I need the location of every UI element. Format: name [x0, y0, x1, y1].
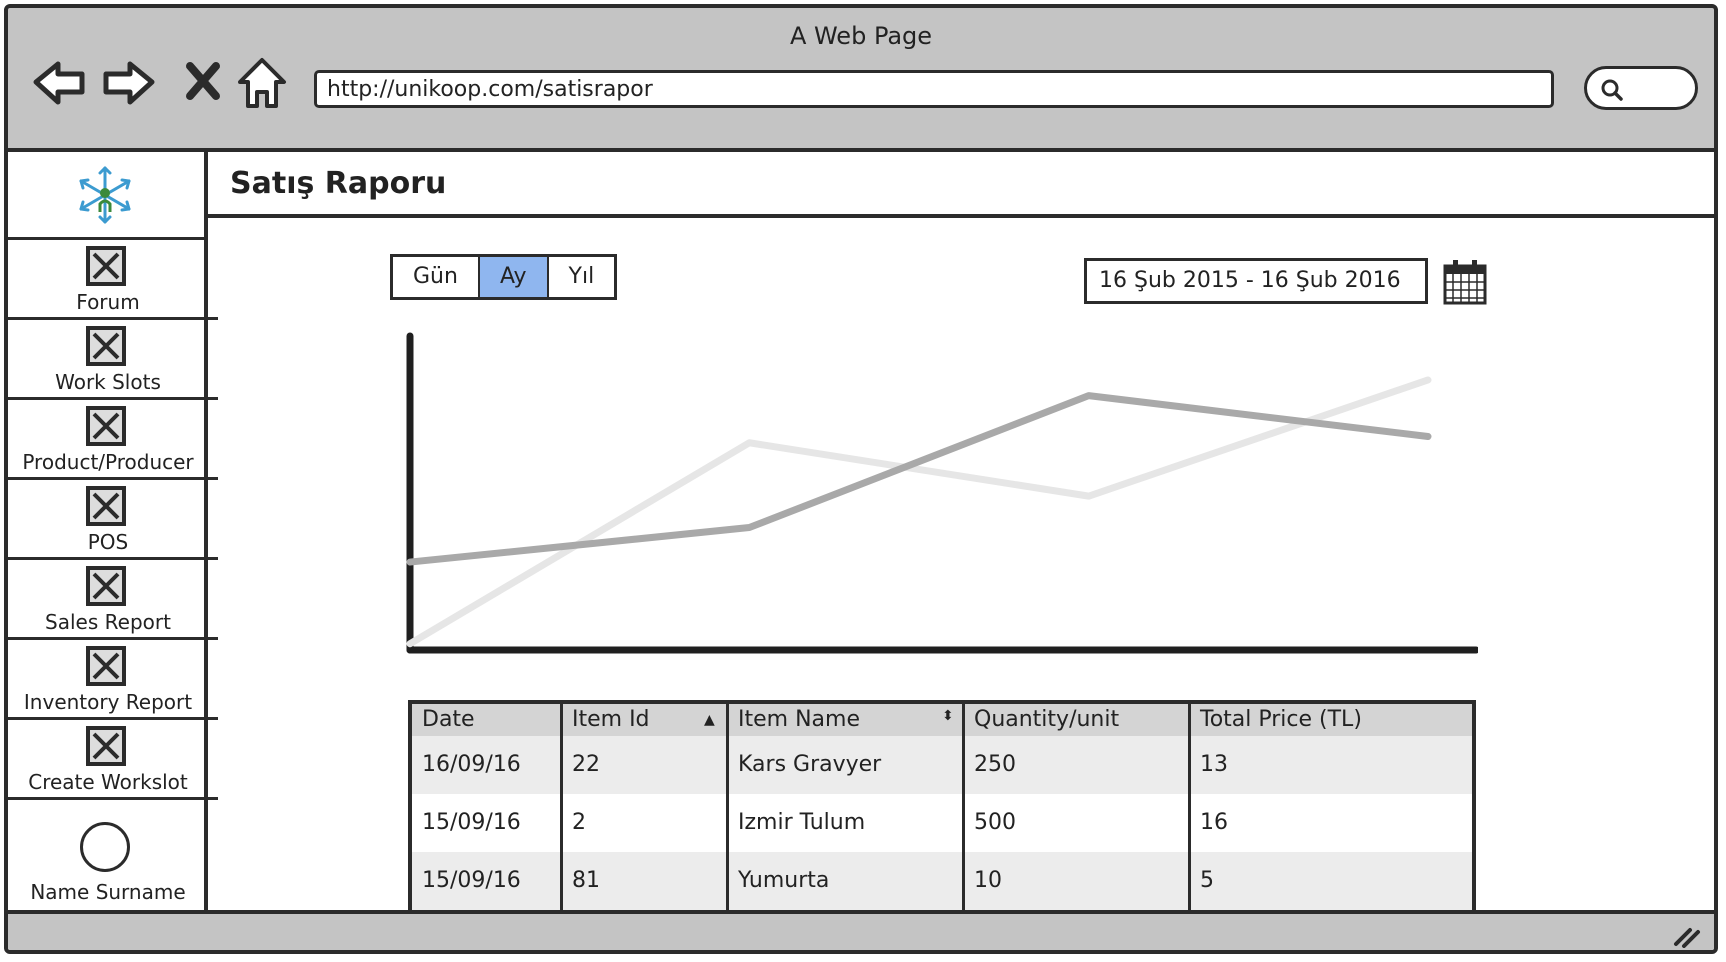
search-icon — [1601, 79, 1623, 101]
column-divider — [726, 704, 729, 922]
column-divider — [1472, 704, 1475, 922]
column-header-total-price[interactable]: Total Price (TL) — [1190, 704, 1472, 736]
cell-quantity: 250 — [974, 752, 1016, 777]
sidebar-item-label: Product/Producer — [22, 450, 194, 474]
date-range-input[interactable]: 16 Şub 2015 - 16 Şub 2016 — [1084, 258, 1428, 304]
sidebar-item-label: Create Workslot — [28, 770, 188, 794]
image-placeholder-icon — [86, 246, 126, 286]
sidebar-item-label: Forum — [76, 290, 140, 314]
logo[interactable] — [8, 152, 204, 240]
cell-item-id: 81 — [572, 868, 600, 893]
user-name: Name Surname — [30, 880, 186, 904]
image-placeholder-icon — [86, 646, 126, 686]
back-button[interactable] — [30, 56, 90, 112]
cell-item-name: Yumurta — [738, 868, 830, 893]
sidebar-item-pos[interactable]: POS — [8, 480, 218, 560]
sort-toggle-icon[interactable]: ⬍ — [942, 708, 954, 724]
cell-date: 15/09/16 — [422, 868, 521, 893]
resize-grip-icon[interactable] — [1672, 922, 1702, 948]
forward-button[interactable] — [98, 56, 158, 112]
cell-item-id: 2 — [572, 810, 586, 835]
sidebar-item-sales-report[interactable]: Sales Report — [8, 560, 218, 640]
cell-date: 16/09/16 — [422, 752, 521, 777]
column-divider — [1188, 704, 1191, 922]
period-option-year[interactable]: Yıl — [549, 257, 615, 297]
cell-quantity: 500 — [974, 810, 1016, 835]
sales-table: Date Item Id ▲ Item Name ⬍ Quantity/unit… — [408, 700, 1476, 922]
period-option-day[interactable]: Gün — [393, 257, 480, 297]
cell-item-id: 22 — [572, 752, 600, 777]
image-placeholder-icon — [86, 326, 126, 366]
sidebar: Forum Work Slots Product/Producer POS Sa… — [8, 152, 218, 910]
url-input[interactable]: http://unikoop.com/satisrapor — [314, 70, 1554, 108]
cell-total-price: 16 — [1200, 810, 1228, 835]
sidebar-item-inventory-report[interactable]: Inventory Report — [8, 640, 218, 720]
period-option-month[interactable]: Ay — [479, 257, 549, 297]
window-title: A Web Page — [789, 22, 933, 50]
sales-line-chart — [406, 332, 1478, 654]
cell-item-name: Izmir Tulum — [738, 810, 866, 835]
cell-date: 15/09/16 — [422, 810, 521, 835]
sidebar-item-label: Sales Report — [45, 610, 171, 634]
arrow-right-icon — [103, 61, 155, 105]
avatar — [80, 822, 130, 872]
image-placeholder-icon — [86, 486, 126, 526]
page-title: Satış Raporu — [230, 166, 447, 201]
table-row[interactable]: 15/09/16 2 Izmir Tulum 500 16 — [412, 794, 1472, 852]
page-header: Satış Raporu — [208, 152, 1714, 218]
sidebar-item-create-workslot[interactable]: Create Workslot — [8, 720, 218, 800]
column-divider — [560, 704, 563, 922]
sidebar-item-forum[interactable]: Forum — [8, 240, 218, 320]
home-icon — [238, 58, 286, 108]
sidebar-item-product-producer[interactable]: Product/Producer — [8, 400, 218, 480]
snowflake-logo — [79, 166, 131, 224]
status-bar — [8, 910, 1714, 950]
stop-button[interactable] — [180, 56, 226, 112]
table-row[interactable]: 16/09/16 22 Kars Gravyer 250 13 — [412, 736, 1472, 794]
column-divider — [962, 704, 965, 922]
table-header: Date Item Id ▲ Item Name ⬍ Quantity/unit… — [412, 704, 1472, 736]
cell-total-price: 5 — [1200, 868, 1214, 893]
cell-quantity: 10 — [974, 868, 1002, 893]
home-button[interactable] — [236, 56, 288, 112]
arrow-left-icon — [33, 61, 85, 105]
close-icon — [186, 62, 220, 100]
sidebar-item-label: Work Slots — [55, 370, 161, 394]
sort-ascending-icon[interactable]: ▲ — [704, 712, 715, 728]
sidebar-item-label: Inventory Report — [23, 690, 193, 714]
image-placeholder-icon — [86, 566, 126, 606]
title-bar: A Web Page — [8, 8, 1714, 56]
period-toggle: Gün Ay Yıl — [390, 254, 618, 300]
series-line-1 — [406, 392, 1432, 566]
column-header-date[interactable]: Date — [412, 704, 562, 736]
browser-window: A Web Page http://unikoop.com/satisrapor — [4, 4, 1718, 954]
calendar-icon[interactable] — [1442, 258, 1488, 306]
cell-total-price: 13 — [1200, 752, 1228, 777]
column-header-quantity[interactable]: Quantity/unit — [964, 704, 1190, 736]
cell-item-name: Kars Gravyer — [738, 752, 882, 777]
search-box[interactable] — [1584, 66, 1698, 110]
sidebar-item-work-slots[interactable]: Work Slots — [8, 320, 218, 400]
table-row[interactable]: 15/09/16 81 Yumurta 10 5 — [412, 852, 1472, 910]
image-placeholder-icon — [86, 726, 126, 766]
image-placeholder-icon — [86, 406, 126, 446]
user-profile[interactable]: Name Surname — [8, 814, 208, 914]
sidebar-item-label: POS — [87, 530, 129, 554]
column-header-item-name[interactable]: Item Name — [728, 704, 964, 736]
